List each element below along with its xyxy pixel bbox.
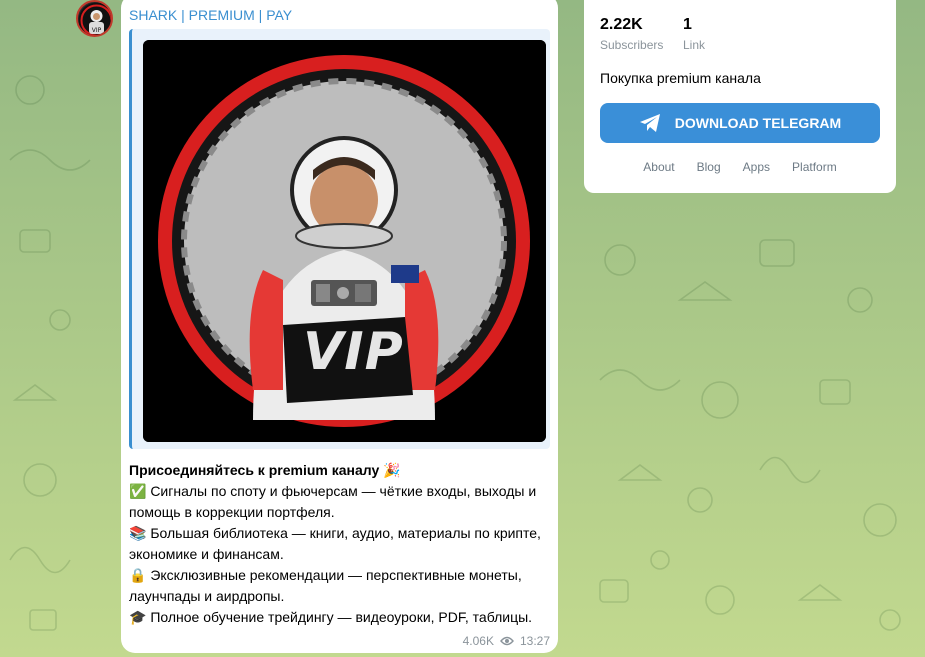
message-line-heading: Присоединяйтесь к premium каналу 🎉	[129, 462, 401, 478]
subscribers-count: 2.22K	[600, 16, 643, 33]
message-line: помощь в коррекции портфеля.	[129, 504, 335, 520]
footer-link-platform[interactable]: Platform	[792, 160, 837, 174]
channel-avatar[interactable]: VIP	[76, 0, 113, 37]
subscribers-label: Subscribers	[600, 38, 664, 52]
message-line: 🔒 Эксклюзивные рекомендации — перспектив…	[129, 567, 522, 583]
channel-title-part: SHARK	[129, 7, 178, 23]
eye-icon	[500, 636, 514, 646]
message-bubble: SHARK | PREMIUM | PAY VIP Присоединяйтес…	[121, 0, 558, 653]
subscribers-stat: 2.22K Subscribers	[600, 16, 663, 52]
message-line: 🎓 Полное обучение трейдингу — видеоуроки…	[129, 609, 533, 625]
channel-description: Покупка premium канала	[600, 70, 761, 86]
paper-plane-icon	[639, 114, 660, 132]
message-line: ✅ Сигналы по споту и фьючерсам — чёткие …	[129, 483, 537, 499]
channel-title[interactable]: SHARK | PREMIUM | PAY	[129, 7, 292, 23]
preview-image[interactable]: VIP	[143, 40, 546, 442]
channel-title-part: PREMIUM	[188, 7, 255, 23]
links-stat: 1 Link	[683, 16, 705, 52]
channel-info-card: 2.22K Subscribers 1 Link Покупка premium…	[584, 0, 896, 193]
vip-badge-text: VIP	[303, 322, 404, 382]
message-time: 13:27	[519, 634, 550, 648]
message-line: лаунчпады и аирдропы.	[129, 588, 285, 604]
message-line: экономике и финансам.	[129, 546, 284, 562]
message-meta: 4.06K 13:27	[463, 634, 550, 648]
title-separator: |	[258, 7, 263, 23]
links-count: 1	[683, 16, 692, 33]
link-preview[interactable]: VIP	[129, 29, 550, 449]
footer-link-about[interactable]: About	[643, 160, 674, 174]
channel-title-part: PAY	[266, 7, 293, 23]
links-label: Link	[683, 38, 706, 52]
svg-text:VIP: VIP	[92, 27, 102, 34]
download-telegram-button[interactable]: DOWNLOAD TELEGRAM	[600, 103, 880, 143]
title-separator: |	[181, 7, 185, 23]
view-count: 4.06K	[462, 634, 494, 648]
download-telegram-label: DOWNLOAD TELEGRAM	[674, 115, 842, 131]
footer-link-blog[interactable]: Blog	[697, 160, 721, 174]
footer-link-apps[interactable]: Apps	[743, 160, 770, 174]
message-text: Присоединяйтесь к premium каналу 🎉 ✅ Сиг…	[129, 460, 549, 628]
message-line: 📚 Большая библиотека — книги, аудио, мат…	[129, 525, 541, 541]
footer-links: About Blog Apps Platform	[584, 160, 896, 174]
